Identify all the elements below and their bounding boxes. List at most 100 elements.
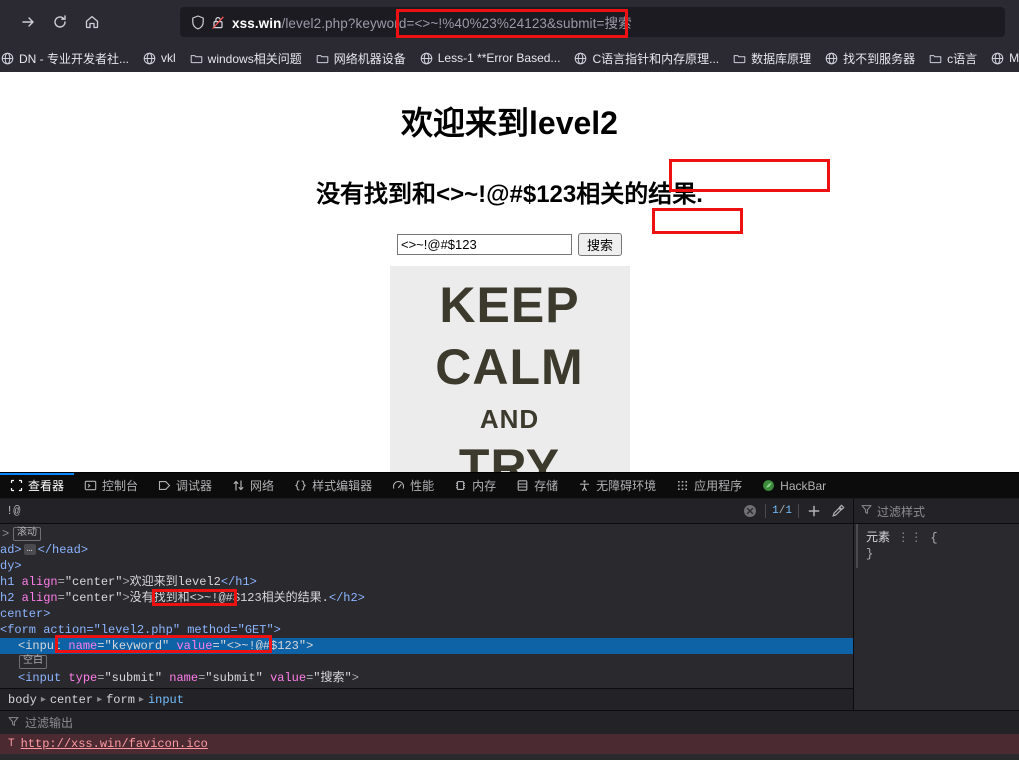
dom-attr-name: value xyxy=(176,639,213,653)
console-error-message[interactable]: T http://xss.win/favicon.ico xyxy=(0,734,1019,754)
bookmark-item[interactable]: C语言指针和内存原理... xyxy=(567,48,726,69)
hackbar-icon xyxy=(763,480,775,491)
bookmark-item[interactable]: 找不到服务器 xyxy=(818,48,922,69)
folder-icon xyxy=(733,52,746,65)
styles-rules: 元素 ⋮⋮ { } xyxy=(856,524,1019,568)
console-error-link[interactable]: http://xss.win/favicon.ico xyxy=(21,737,208,751)
bookmark-item[interactable]: 数据库原理 xyxy=(726,48,818,69)
tab-label: 查看器 xyxy=(28,479,65,493)
expand-twisty-icon[interactable]: > xyxy=(2,526,10,542)
breadcrumb-form[interactable]: form xyxy=(106,693,135,707)
dom-row[interactable]: h1 align="center">欢迎来到level2</h1> xyxy=(0,574,853,590)
bookmark-item[interactable]: Less-1 **Error Based... xyxy=(413,49,568,67)
tab-label: 存储 xyxy=(534,479,559,493)
bookmark-item[interactable]: vkl xyxy=(136,49,183,67)
search-match-count: 1/1 xyxy=(772,505,792,517)
keyword-input[interactable] xyxy=(396,234,572,255)
breadcrumb-center[interactable]: center xyxy=(50,693,93,707)
browser-chrome: xss.win/level2.php?keyword=<>~!%40%23%24… xyxy=(0,0,1019,72)
dom-tree[interactable]: > 滚动 ad>… </head> dy> h1 align="center">欢迎… xyxy=(0,524,853,710)
dom-row[interactable]: 空白 xyxy=(0,654,853,670)
clear-search-icon[interactable] xyxy=(741,502,759,520)
reload-icon[interactable] xyxy=(44,6,76,38)
bookmark-item[interactable]: 网络机器设备 xyxy=(309,48,413,69)
tab-label: HackBar xyxy=(780,478,827,493)
bookmark-label: c语言 xyxy=(947,51,978,66)
search-form: 搜索 xyxy=(0,233,1019,256)
tab-label: 控制台 xyxy=(102,479,139,493)
globe-icon xyxy=(574,52,587,65)
collapsed-children-badge[interactable]: … xyxy=(23,544,36,556)
dom-row[interactable]: > 滚动 xyxy=(0,526,853,542)
broken-lock-icon[interactable] xyxy=(208,12,228,32)
dom-row[interactable]: <form action="level2.php" method="GET"> xyxy=(0,622,853,638)
dom-attr-value: "center" xyxy=(64,575,123,589)
tab-inspector[interactable]: 查看器 xyxy=(0,473,75,498)
breadcrumb-body[interactable]: body xyxy=(8,693,37,707)
dom-attr-value: "搜索" xyxy=(313,671,352,685)
dom-attr-name: value xyxy=(270,671,307,685)
subtitle-keyword: <>~!@#$123 xyxy=(436,181,577,208)
tab-performance[interactable]: 性能 xyxy=(382,473,444,498)
chevron-right-icon: ▸ xyxy=(138,694,144,706)
tab-debugger[interactable]: 调试器 xyxy=(148,473,222,498)
globe-icon xyxy=(420,52,433,65)
eyedropper-icon[interactable] xyxy=(829,502,847,520)
style-rule-dots[interactable]: ⋮⋮ xyxy=(897,531,923,545)
shield-icon[interactable] xyxy=(188,12,208,32)
url-bar[interactable]: xss.win/level2.php?keyword=<>~!%40%23%24… xyxy=(180,7,1005,37)
tab-network[interactable]: 网络 xyxy=(222,473,284,498)
globe-icon xyxy=(143,52,156,65)
styles-filter-row[interactable]: 过滤样式 xyxy=(854,499,1019,524)
globe-icon xyxy=(1,52,14,65)
dom-row[interactable]: dy> xyxy=(0,558,853,574)
bookmark-item[interactable]: M xyxy=(984,49,1019,67)
tab-memory[interactable]: 内存 xyxy=(444,473,506,498)
tab-style-editor[interactable]: 样式编辑器 xyxy=(284,473,382,498)
bookmark-label: 找不到服务器 xyxy=(843,51,916,66)
tab-storage[interactable]: 存储 xyxy=(506,473,568,498)
dom-search-input[interactable]: !@ xyxy=(6,504,735,518)
scroll-badge: 滚动 xyxy=(13,526,41,541)
search-submit-button[interactable]: 搜索 xyxy=(577,233,622,256)
globe-icon xyxy=(825,52,838,65)
tab-hackbar[interactable]: HackBar xyxy=(752,473,836,498)
dom-text: 欢迎来到level2 xyxy=(129,575,221,589)
debugger-icon xyxy=(158,481,171,490)
style-rule-header: 元素 ⋮⋮ { xyxy=(866,530,1011,546)
dom-row-selected[interactable]: <input name="keyword" value="<>~!@#$123"… xyxy=(0,638,853,654)
bookmark-item[interactable]: c语言 xyxy=(922,48,984,69)
bookmark-item[interactable]: DN - 专业开发者社... xyxy=(0,48,136,69)
home-icon[interactable] xyxy=(76,6,108,38)
tab-application[interactable]: 应用程序 xyxy=(666,473,752,498)
tab-accessibility[interactable]: 无障碍环境 xyxy=(568,473,666,498)
url-query: ?keyword=<>~!%40%23%24123&submit=搜索 xyxy=(347,16,632,31)
dom-text-pre: 没有找到和 xyxy=(129,591,190,605)
chevron-right-icon: ▸ xyxy=(40,694,46,706)
dom-row[interactable]: ad>… </head> xyxy=(0,542,853,558)
bookmark-label: 数据库原理 xyxy=(751,51,812,66)
breadcrumb-input[interactable]: input xyxy=(148,693,184,707)
dom-body-open: dy> xyxy=(0,559,22,573)
dom-head-close: </head> xyxy=(37,543,89,557)
chevron-right-icon: ▸ xyxy=(97,694,103,706)
style-rule-selector: 元素 xyxy=(866,531,891,545)
network-icon xyxy=(233,480,244,491)
bookmark-label: vkl xyxy=(161,51,176,65)
dom-row[interactable]: <input type="submit" name="submit" value… xyxy=(0,670,853,686)
accessibility-icon xyxy=(580,480,590,491)
add-node-icon[interactable] xyxy=(805,502,823,520)
console-filter-row[interactable]: 过滤输出 xyxy=(0,710,1019,734)
tab-label: 无障碍环境 xyxy=(596,479,657,493)
devtools-body: !@ 1/1 > 滚动 ad> … </head> dy> h1 align="… xyxy=(0,499,1019,710)
dom-row[interactable]: h2 align="center">没有找到和<>~!@#$123相关的结果.<… xyxy=(0,590,853,606)
dom-close: </h1> xyxy=(220,575,257,589)
forward-icon[interactable] xyxy=(12,6,44,38)
dom-center-close: center> xyxy=(0,607,51,621)
devtools-tabbar: 查看器 控制台 调试器 网络 样式编辑器 性能 内存 存储 无障碍环境 应用程序… xyxy=(0,473,1019,499)
tab-console[interactable]: 控制台 xyxy=(74,473,148,498)
subtitle-prefix: 没有找到和 xyxy=(316,181,437,208)
dom-head-open: ad> xyxy=(0,543,22,557)
bookmark-item[interactable]: windows相关问题 xyxy=(183,48,309,69)
dom-row[interactable]: center> xyxy=(0,606,853,622)
